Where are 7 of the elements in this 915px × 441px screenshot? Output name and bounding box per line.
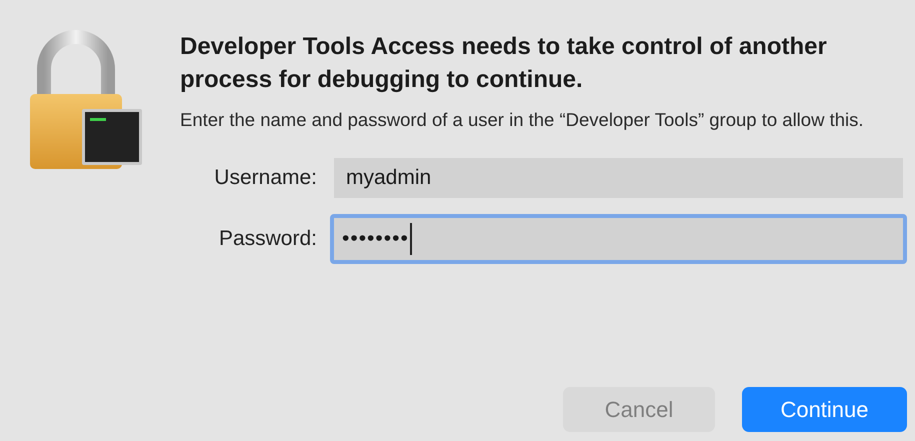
dialog-message: Enter the name and password of a user in the “Developer Tools” group to allow this. xyxy=(180,108,865,132)
input-field[interactable]: •••••••• xyxy=(330,214,907,264)
field-label: Password: xyxy=(218,226,318,252)
dialog-title: Developer Tools Access needs to take control of another process for debugging to continue. xyxy=(180,32,828,95)
continue-button[interactable]: Continue xyxy=(742,387,907,432)
input-field[interactable]: myadmin xyxy=(334,158,903,198)
field-label: Username: xyxy=(213,165,318,192)
